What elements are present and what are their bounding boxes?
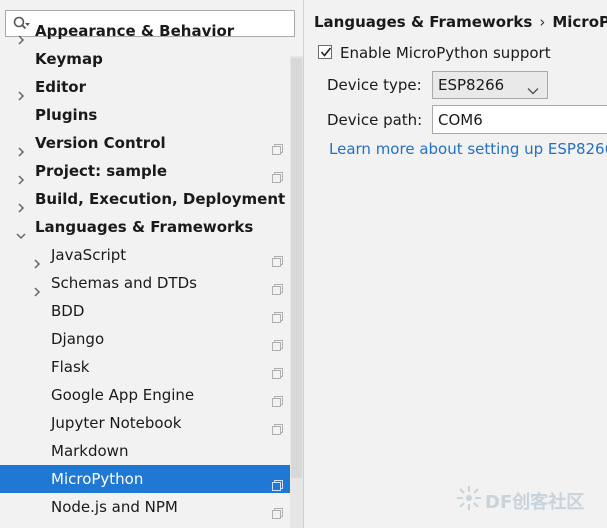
tree-item-label: Django	[51, 330, 105, 348]
project-settings-icon	[271, 333, 284, 351]
breadcrumb-parent: Languages & Frameworks	[314, 13, 533, 31]
settings-content-pane: Languages & Frameworks › MicroPyth Enable …	[304, 0, 607, 528]
tree-item-jupyter-notebook[interactable]: Jupyter Notebook	[0, 409, 290, 437]
watermark-text: DF创客社区	[485, 492, 585, 513]
tree-item-label: Node.js and NPM	[51, 498, 178, 516]
tree-item-build-execution-deployment[interactable]: Build, Execution, Deployment	[0, 185, 290, 213]
chevron-right-icon[interactable]	[32, 278, 42, 297]
tree-item-bdd[interactable]: BDD	[0, 297, 290, 325]
chevron-right-icon[interactable]	[16, 26, 26, 45]
watermark: DF创客社区	[455, 482, 605, 522]
tree-item-label: JavaScript	[51, 246, 127, 264]
tree-item-schemas-and-dtds[interactable]: Schemas and DTDs	[0, 269, 290, 297]
tree-item-markdown[interactable]: Markdown	[0, 437, 290, 465]
tree-item-node-js-and-npm[interactable]: Node.js and NPM	[0, 493, 290, 521]
tree-item-flask[interactable]: Flask	[0, 353, 290, 381]
tree-item-appearance-behavior[interactable]: Appearance & Behavior	[0, 17, 290, 45]
tree-item-editor[interactable]: Editor	[0, 73, 290, 101]
breadcrumb-separator: ›	[539, 13, 546, 31]
tree-item-label: Jupyter Notebook	[51, 414, 182, 432]
project-settings-icon	[271, 501, 284, 519]
tree-item-label: Markdown	[51, 442, 129, 460]
tree-item-label: Keymap	[35, 50, 103, 68]
tree-item-version-control[interactable]: Version Control	[0, 129, 290, 157]
tree-item-label: Editor	[35, 78, 86, 96]
tree-item-label: Flask	[51, 358, 90, 376]
tree-scrollbar-thumb[interactable]	[291, 58, 302, 478]
chevron-down-icon[interactable]	[527, 81, 539, 95]
tree-item-label: Project: sample	[35, 162, 168, 180]
tree-item-label: Build, Execution, Deployment	[35, 190, 286, 208]
tree-item-label: Appearance & Behavior	[35, 22, 235, 40]
chevron-down-icon[interactable]	[16, 222, 26, 240]
device-type-value: ESP8266	[438, 76, 505, 94]
project-settings-icon	[271, 249, 284, 267]
enable-micropython-label: Enable MicroPython support	[340, 44, 551, 62]
tree-item-label: Plugins	[35, 106, 98, 124]
watermark-logo-icon	[455, 484, 483, 512]
tree-item-keymap[interactable]: Keymap	[0, 45, 290, 73]
project-settings-icon	[271, 417, 284, 435]
project-settings-icon	[271, 277, 284, 295]
settings-tree-pane: Appearance & Behavior Keymap Editor Plugins…	[0, 0, 304, 528]
breadcrumb: Languages & Frameworks › MicroPyth	[314, 13, 607, 31]
tree-item-label: BDD	[51, 302, 85, 320]
tree-item-label: MicroPython	[51, 470, 144, 488]
tree-item-label: Version Control	[35, 134, 166, 152]
tree-item-micropython[interactable]: MicroPython	[0, 465, 303, 493]
project-settings-icon	[271, 165, 284, 183]
chevron-right-icon[interactable]	[16, 166, 26, 185]
device-path-input[interactable]: COM6	[432, 105, 607, 134]
enable-micropython-checkbox[interactable]	[318, 45, 332, 59]
tree-item-label: Languages & Frameworks	[35, 218, 254, 236]
tree-item-google-app-engine[interactable]: Google App Engine	[0, 381, 290, 409]
tree-item-django[interactable]: Django	[0, 325, 290, 353]
tree-item-label: Google App Engine	[51, 386, 195, 404]
chevron-right-icon[interactable]	[16, 82, 26, 101]
learn-more-link[interactable]: Learn more about setting up ESP8266	[329, 140, 607, 158]
project-settings-icon	[271, 305, 284, 323]
project-settings-icon	[271, 473, 284, 491]
project-settings-icon	[271, 137, 284, 155]
device-path-value[interactable]: COM6	[438, 111, 483, 129]
chevron-right-icon[interactable]	[32, 250, 42, 269]
tree-item-plugins[interactable]: Plugins	[0, 101, 290, 129]
device-path-label: Device path:	[327, 111, 423, 129]
tree-item-languages-frameworks[interactable]: Languages & Frameworks	[0, 213, 290, 241]
chevron-right-icon[interactable]	[16, 138, 26, 157]
tree-item-label: Schemas and DTDs	[51, 274, 197, 292]
device-type-label: Device type:	[327, 76, 422, 94]
chevron-right-icon[interactable]	[16, 194, 26, 213]
checkmark-icon	[320, 47, 332, 57]
breadcrumb-current: MicroPyth	[552, 13, 607, 31]
tree-item-javascript[interactable]: JavaScript	[0, 241, 290, 269]
project-settings-icon	[271, 361, 284, 379]
device-type-select[interactable]: ESP8266	[432, 71, 548, 99]
project-settings-icon	[271, 389, 284, 407]
tree-item-project-sample[interactable]: Project: sample	[0, 157, 290, 185]
